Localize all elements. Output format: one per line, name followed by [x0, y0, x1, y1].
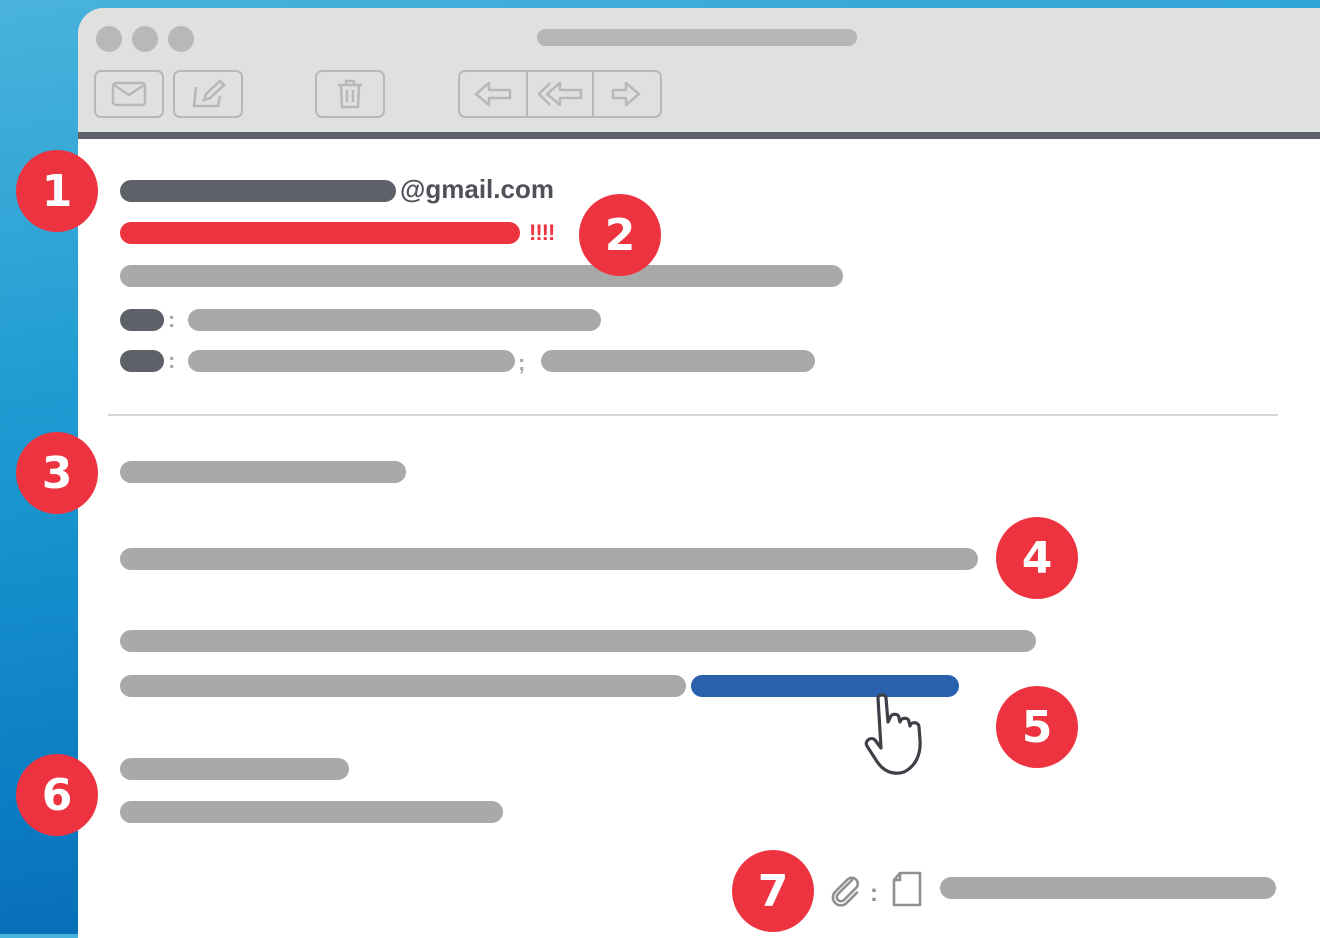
attachment-separator: : [870, 880, 878, 907]
body-line-3-placeholder [120, 675, 686, 697]
forward-button[interactable] [592, 72, 658, 116]
marker-2: 2 [579, 194, 661, 276]
window-close-dot[interactable] [96, 26, 122, 52]
window-chrome [78, 8, 1320, 139]
inbox-button[interactable] [94, 70, 164, 118]
marker-5: 5 [996, 686, 1078, 768]
window-title-placeholder [537, 29, 857, 46]
date-placeholder [120, 265, 843, 287]
paperclip-icon [831, 876, 859, 907]
forward-icon [611, 81, 641, 107]
reply-all-icon [537, 81, 583, 107]
marker-6: 6 [16, 754, 98, 836]
file-icon [892, 871, 922, 907]
reply-all-button[interactable] [526, 72, 592, 116]
signoff-placeholder [120, 758, 349, 780]
signature-placeholder [120, 801, 503, 823]
reply-forward-group [458, 70, 662, 118]
reply-button[interactable] [460, 72, 526, 116]
email-window: @gmail.com !!!! : : ; : [78, 8, 1320, 938]
to-label-placeholder [120, 309, 164, 331]
cc-separator: : [168, 348, 176, 373]
cc-list-separator: ; [518, 350, 526, 375]
to-recipient-placeholder [188, 309, 601, 331]
window-maximize-dot[interactable] [168, 26, 194, 52]
subject-placeholder [120, 222, 520, 244]
cc-recipient-placeholder-1 [188, 350, 515, 372]
to-separator: : [168, 307, 176, 332]
sender-name-placeholder [120, 180, 396, 202]
trash-icon [338, 79, 362, 109]
delete-button[interactable] [315, 70, 385, 118]
header-divider [108, 414, 1278, 416]
body-line-1-placeholder [120, 548, 978, 570]
window-minimize-dot[interactable] [132, 26, 158, 52]
body-line-2-placeholder [120, 630, 1036, 652]
mail-icon [111, 81, 147, 107]
cc-label-placeholder [120, 350, 164, 372]
marker-7: 7 [732, 850, 814, 932]
sender-domain: @gmail.com [400, 174, 554, 204]
compose-icon [192, 79, 226, 108]
marker-4: 4 [996, 517, 1078, 599]
reply-icon [474, 81, 512, 107]
marker-1: 1 [16, 150, 98, 232]
cc-recipient-placeholder-2 [541, 350, 815, 372]
urgency-marks: !!!! [529, 220, 555, 245]
pointer-hand-icon [864, 693, 922, 775]
greeting-placeholder [120, 461, 406, 483]
marker-3: 3 [16, 432, 98, 514]
attachment-filename-placeholder[interactable] [940, 877, 1276, 899]
compose-button[interactable] [173, 70, 243, 118]
